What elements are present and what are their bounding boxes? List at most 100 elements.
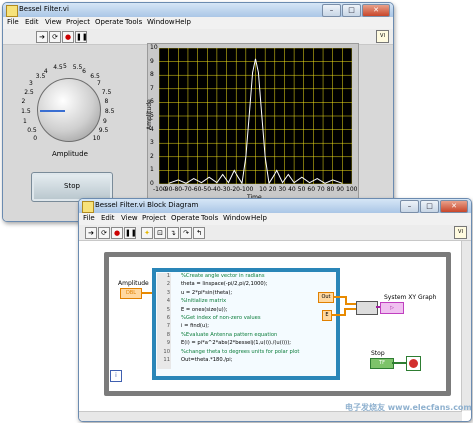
x-tick-label: -20 — [230, 186, 240, 193]
code-line[interactable]: u = 2*pi*sin(theta); — [181, 290, 232, 296]
close-icon[interactable]: ✕ — [362, 4, 390, 17]
menu-tools[interactable]: Tools — [125, 18, 142, 26]
menu-project[interactable]: Project — [142, 214, 166, 222]
block-diagram-titlebar[interactable]: Bessel Filter.vi Block Diagram – □ ✕ — [79, 199, 471, 213]
code-line[interactable]: %Initialize matrix — [181, 298, 226, 304]
labview-vi-icon — [82, 201, 94, 213]
labview-vi-icon — [6, 5, 18, 17]
loop-condition-terminal[interactable] — [406, 356, 421, 371]
menu-view[interactable]: View — [121, 214, 138, 222]
x-tick-label: -40 — [210, 186, 221, 193]
xy-graph-terminal[interactable]: ▷ — [380, 302, 404, 314]
graph-plot-area[interactable] — [158, 47, 353, 185]
amplitude-terminal[interactable]: DBL — [120, 288, 142, 299]
knob-scale-label: 5 — [63, 63, 67, 70]
code-line[interactable]: %Get index of non-zero values — [181, 315, 261, 321]
knob-scale-label: 4.5 — [53, 64, 63, 72]
vi-connector-icon[interactable]: VI — [454, 226, 467, 239]
run-arrow-icon[interactable]: ➔ — [85, 227, 97, 239]
x-tick-label: 0 — [249, 186, 254, 193]
knob-needle[interactable] — [40, 110, 65, 112]
minimize-icon[interactable]: – — [400, 200, 419, 213]
code-line[interactable]: theta = linspace(-pi/2,pi/2,1000); — [181, 281, 268, 287]
code-line[interactable]: E(i) = pi*a^2*abs(2*besselj(1,u(i))./(u(… — [181, 340, 291, 346]
menu-operate[interactable]: Operate — [95, 18, 123, 26]
knob-scale-label: 2.5 — [24, 88, 34, 96]
x-tick-label: -80 — [172, 186, 183, 193]
knob-scale-label: 5.5 — [72, 64, 83, 72]
code-line-number: 6 — [166, 315, 170, 321]
code-line[interactable]: %change theta to degrees units for polar… — [181, 349, 299, 355]
knob-scale-label: 3 — [29, 80, 33, 88]
menu-project[interactable]: Project — [66, 18, 90, 26]
out-terminal[interactable]: Out — [318, 292, 334, 303]
pause-icon[interactable]: ❚❚ — [124, 227, 137, 239]
front-panel-titlebar[interactable]: Bessel Filter.vi – □ ✕ — [3, 3, 393, 17]
menu-window[interactable]: Window — [223, 214, 251, 222]
menu-view[interactable]: View — [45, 18, 62, 26]
mathscript-editor[interactable] — [157, 273, 329, 369]
menu-help[interactable]: Help — [251, 214, 267, 222]
menu-help[interactable]: Help — [175, 18, 191, 26]
knob-scale-label: 7.5 — [101, 88, 112, 96]
code-line[interactable]: i = find(u); — [181, 323, 209, 329]
menu-tools[interactable]: Tools — [201, 214, 218, 222]
stop-wire[interactable] — [392, 362, 406, 364]
x-tick-label: 40 — [288, 186, 296, 193]
step-out-icon[interactable]: ↰ — [193, 227, 205, 239]
x-tick-label: 10 — [259, 186, 267, 193]
x-tick-label: 50 — [297, 186, 306, 193]
x-tick-label: 80 — [326, 186, 335, 193]
bundle-node[interactable] — [356, 301, 378, 315]
vertical-scrollbar[interactable] — [461, 241, 471, 411]
knob-scale-label: 0.5 — [27, 126, 37, 134]
knob-scale-label: 0 — [33, 134, 38, 142]
x-tick-label: -30 — [220, 186, 231, 193]
code-line[interactable]: %Create angle vector in radians — [181, 273, 265, 279]
y-tick-label: 2 — [150, 152, 154, 160]
code-line[interactable]: Out=theta.*180./pi; — [181, 357, 233, 363]
run-continuously-icon[interactable]: ⟳ — [98, 227, 110, 239]
stop-terminal[interactable]: TF — [370, 358, 394, 369]
knob-label: Amplitude — [52, 150, 88, 158]
maximize-icon[interactable]: □ — [342, 4, 361, 17]
code-line-number: 2 — [166, 281, 170, 288]
pause-icon[interactable]: ❚❚ — [75, 31, 88, 43]
vi-connector-icon[interactable]: VI — [376, 30, 389, 43]
run-arrow-icon[interactable]: ➔ — [36, 31, 48, 43]
menu-edit[interactable]: Edit — [25, 18, 39, 26]
close-icon[interactable]: ✕ — [440, 200, 468, 213]
knob-scale-label: 6 — [82, 67, 86, 75]
menu-window[interactable]: Window — [147, 18, 175, 26]
block-diagram-menubar: File Edit View Project Operate Tools Win… — [79, 213, 471, 225]
e-wire[interactable] — [331, 314, 345, 316]
code-line[interactable]: E = ones(size(u)); — [181, 307, 227, 313]
highlight-execution-icon[interactable]: ✦ — [141, 227, 153, 239]
y-tick-label: 8 — [150, 71, 154, 79]
abort-icon[interactable]: ● — [62, 31, 74, 43]
menu-file[interactable]: File — [83, 214, 95, 222]
y-tick-label: 1 — [150, 166, 154, 174]
code-line-number: 7 — [166, 323, 170, 330]
menu-edit[interactable]: Edit — [101, 214, 115, 222]
graph-plot-svg — [158, 47, 353, 185]
x-tick-label: 70 — [317, 186, 325, 193]
run-continuously-icon[interactable]: ⟳ — [49, 31, 61, 43]
front-panel-title: Bessel Filter.vi — [19, 5, 69, 13]
knob-scale-label: 1 — [23, 117, 27, 125]
maximize-icon[interactable]: □ — [420, 200, 439, 213]
x-tick-label: -50 — [201, 186, 212, 193]
step-into-icon[interactable]: ↴ — [167, 227, 179, 239]
abort-icon[interactable]: ● — [111, 227, 123, 239]
y-tick-label: 10 — [150, 44, 158, 51]
menu-file[interactable]: File — [7, 18, 19, 26]
knob-scale-label: 8 — [104, 98, 109, 106]
retain-wire-values-icon[interactable]: ⊡ — [154, 227, 166, 239]
minimize-icon[interactable]: – — [322, 4, 341, 17]
knob-scale-label: 9.5 — [98, 126, 109, 134]
x-tick-label: 60 — [307, 186, 316, 193]
code-line[interactable]: %Evaluate Antenna pattern equation — [181, 332, 277, 338]
menu-operate[interactable]: Operate — [171, 214, 199, 222]
x-tick-label: 20 — [268, 186, 277, 193]
step-over-icon[interactable]: ↷ — [180, 227, 192, 239]
